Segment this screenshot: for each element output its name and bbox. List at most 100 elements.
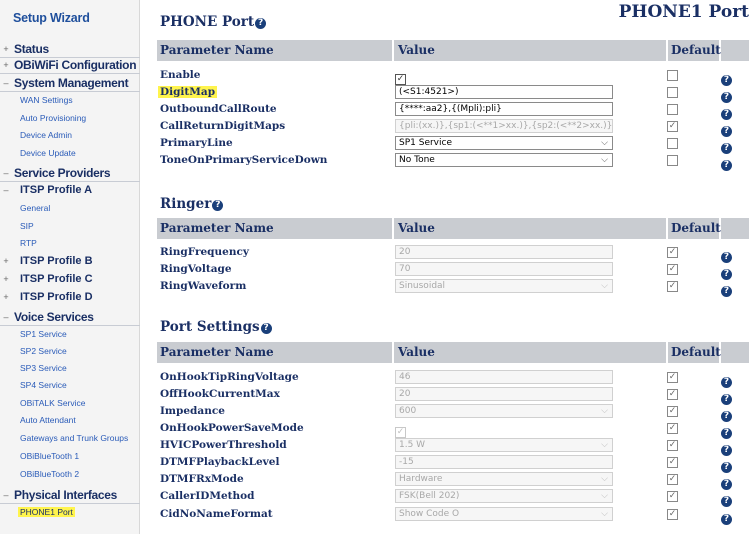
value-text: 600 <box>399 406 417 416</box>
sidebar-section-itsp-profile-d[interactable]: + ITSP Profile D <box>0 291 140 303</box>
help-icon[interactable]: ? <box>255 18 267 29</box>
help-icon[interactable]: ? <box>260 323 272 334</box>
value-text: Show Code O <box>399 509 460 519</box>
sidebar-link-obibluetooth-1[interactable]: OBiBlueTooth 1 <box>0 451 140 461</box>
default-checkbox[interactable]: ✓ <box>667 121 678 132</box>
value-input-digitmap[interactable]: (<S1:4521>) <box>395 85 613 99</box>
sidebar-item-label: ITSP Profile B <box>20 255 93 267</box>
default-checkbox[interactable]: ✓ <box>667 247 678 258</box>
table-header: Parameter Name Value Default <box>157 218 749 239</box>
sidebar-section-service-providers[interactable]: – Service Providers <box>0 164 140 182</box>
default-checkbox[interactable]: ✓ <box>667 389 678 400</box>
param-name-onhooktipringvoltage: OnHookTipRingVoltage <box>160 371 299 383</box>
value-text: 70 <box>399 264 411 274</box>
sidebar-link-auto-attendant[interactable]: Auto Attendant <box>0 415 140 425</box>
sidebar-link-gateways-and-trunk-groups[interactable]: Gateways and Trunk Groups <box>0 433 140 443</box>
chevron-down-icon: ⌵ <box>601 491 608 501</box>
expand-icon[interactable]: + <box>2 292 10 302</box>
default-checkbox[interactable] <box>667 138 678 149</box>
collapse-icon[interactable]: – <box>2 185 10 195</box>
sidebar-link-wan-settings[interactable]: WAN Settings <box>0 95 140 105</box>
table-row: DTMFPlaybackLevel -15 ✓? <box>157 454 749 473</box>
sidebar-section-itsp-profile-a[interactable]: – ITSP Profile A <box>0 184 140 196</box>
table-row: Enable ✓? <box>157 67 749 86</box>
sidebar-link-device-update[interactable]: Device Update <box>0 148 140 158</box>
expand-icon[interactable]: + <box>2 256 10 266</box>
default-checkbox[interactable]: ✓ <box>667 406 678 417</box>
default-checkbox[interactable]: ✓ <box>667 264 678 275</box>
default-checkbox[interactable]: ✓ <box>667 281 678 292</box>
expand-icon[interactable]: + <box>2 60 10 70</box>
sidebar-section-voice-services[interactable]: – Voice Services <box>0 308 140 326</box>
help-icon[interactable]: ? <box>721 155 732 173</box>
default-checkbox[interactable]: ✓ <box>667 474 678 485</box>
value-select-toneonprimaryservicedown[interactable]: No Tone ⌵ <box>395 153 613 167</box>
default-checkbox[interactable]: ✓ <box>667 491 678 502</box>
collapse-icon[interactable]: – <box>2 312 10 322</box>
sidebar-link-rtp[interactable]: RTP <box>0 238 140 248</box>
sidebar-link-obitalk-service[interactable]: OBiTALK Service <box>0 398 140 408</box>
sidebar-section-system-management[interactable]: – System Management <box>0 74 140 92</box>
sidebar-link-auto-provisioning[interactable]: Auto Provisioning <box>0 113 140 123</box>
value-cell: 46 <box>395 370 613 384</box>
sidebar-link-device-admin[interactable]: Device Admin <box>0 130 140 140</box>
value-select-primaryline[interactable]: SP1 Service ⌵ <box>395 136 613 150</box>
default-checkbox[interactable] <box>667 87 678 98</box>
default-checkbox[interactable]: ✓ <box>667 509 678 520</box>
collapse-icon[interactable]: – <box>2 168 10 178</box>
value-text: {pli:(xx.)},{sp1:(<**1>xx.)},{sp2:(<**2>… <box>399 121 613 131</box>
setup-wizard-link[interactable]: Setup Wizard <box>13 11 90 25</box>
default-checkbox[interactable]: ✓ <box>667 440 678 451</box>
sidebar-link-sp2-service[interactable]: SP2 Service <box>0 346 140 356</box>
column-header-param: Parameter Name <box>160 221 274 235</box>
param-name-callreturndigitmaps: CallReturnDigitMaps <box>160 120 286 132</box>
sidebar-link-sp1-service[interactable]: SP1 Service <box>0 329 140 339</box>
value-select-ringwaveform: Sinusoidal ⌵ <box>395 279 613 293</box>
default-checkbox[interactable] <box>667 104 678 115</box>
sidebar-section-obiwifi-configuration[interactable]: + OBiWiFi Configuration <box>0 56 140 74</box>
value-input-outboundcallroute[interactable]: {****:aa2},{(Mpli):pli} <box>395 102 613 116</box>
table-row: DigitMap (<S1:4521>)? <box>157 84 749 103</box>
table-row: OnHookPowerSaveMode ✓ ✓? <box>157 420 749 439</box>
collapse-icon[interactable]: – <box>2 490 10 500</box>
value-cell: No Tone ⌵ <box>395 153 613 167</box>
default-checkbox[interactable]: ✓ <box>667 457 678 468</box>
param-name-ringfrequency: RingFrequency <box>160 246 249 258</box>
help-icon[interactable]: ? <box>721 281 732 299</box>
default-checkbox[interactable] <box>667 155 678 166</box>
sidebar-section-itsp-profile-c[interactable]: + ITSP Profile C <box>0 273 140 285</box>
param-name-outboundcallroute: OutboundCallRoute <box>160 103 277 115</box>
value-cell: 20 <box>395 245 613 259</box>
param-name-digitmap: DigitMap <box>158 86 218 98</box>
help-icon[interactable]: ? <box>212 200 224 211</box>
default-checkbox[interactable]: ✓ <box>667 372 678 383</box>
expand-icon[interactable]: + <box>2 44 10 54</box>
sidebar-section-itsp-profile-b[interactable]: + ITSP Profile B <box>0 255 140 267</box>
expand-icon[interactable]: + <box>2 274 10 284</box>
sidebar-link-general[interactable]: General <box>0 203 140 213</box>
value-cell: 1.5 W ⌵ <box>395 438 613 452</box>
sidebar-item-label: SP1 Service <box>20 329 67 339</box>
table-row: CallReturnDigitMaps {pli:(xx.)},{sp1:(<**… <box>157 118 749 137</box>
value-text: 20 <box>399 389 411 399</box>
value-select-hvicpowerthreshold: 1.5 W ⌵ <box>395 438 613 452</box>
value-cell: 70 <box>395 262 613 276</box>
table-row: CallerIDMethod FSK(Bell 202) ⌵ ✓? <box>157 488 749 507</box>
column-header-value: Value <box>398 43 435 57</box>
value-cell: 20 <box>395 387 613 401</box>
table-row: DTMFRxMode Hardware ⌵ ✓? <box>157 471 749 490</box>
sidebar-item-label: ITSP Profile A <box>20 184 93 196</box>
sidebar-link-obibluetooth-2[interactable]: OBiBlueTooth 2 <box>0 469 140 479</box>
sidebar-link-sip[interactable]: SIP <box>0 221 140 231</box>
sidebar-section-physical-interfaces[interactable]: – Physical Interfaces <box>0 486 140 504</box>
sidebar-link-sp4-service[interactable]: SP4 Service <box>0 380 140 390</box>
sidebar-link-sp3-service[interactable]: SP3 Service <box>0 363 140 373</box>
help-icon[interactable]: ? <box>721 509 732 527</box>
collapse-icon[interactable]: – <box>2 78 10 88</box>
default-checkbox[interactable] <box>667 70 678 81</box>
default-checkbox[interactable]: ✓ <box>667 423 678 434</box>
sidebar-link-phone1-port[interactable]: PHONE1 Port <box>0 507 140 517</box>
sidebar-item-label: ITSP Profile D <box>20 291 93 303</box>
value-cell: -15 <box>395 455 613 469</box>
value-cell: Hardware ⌵ <box>395 472 613 486</box>
